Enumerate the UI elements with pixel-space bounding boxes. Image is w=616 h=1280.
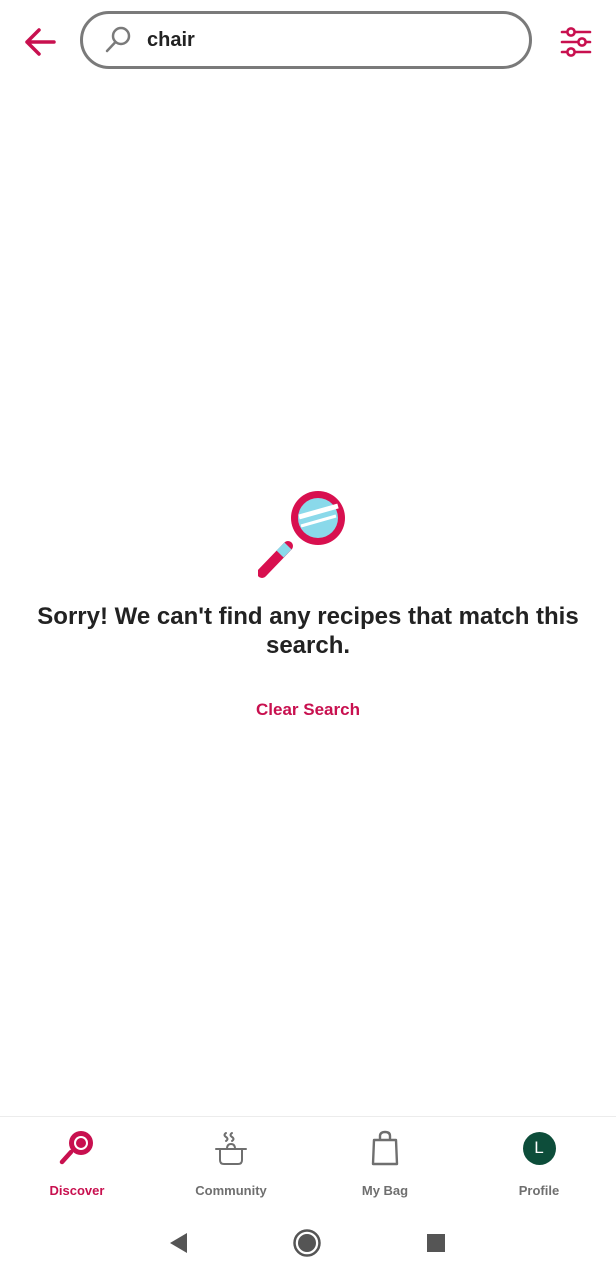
system-back-button[interactable]	[163, 1228, 193, 1258]
filter-button[interactable]	[554, 20, 598, 64]
arrow-left-icon	[25, 28, 56, 56]
circle-home-icon	[293, 1229, 321, 1257]
system-recents-button[interactable]	[421, 1228, 451, 1258]
system-home-button[interactable]	[292, 1228, 322, 1258]
empty-message: Sorry! We can't find any recipes that ma…	[37, 603, 579, 659]
screen: Sorry! We can't find any recipes that ma…	[0, 0, 616, 1280]
shopping-bag-icon	[366, 1129, 404, 1167]
magnifier-icon	[58, 1129, 96, 1167]
bottom-nav: Discover Community My Bag L Profile	[0, 1116, 616, 1206]
square-recents-icon	[427, 1234, 445, 1252]
system-navigation-bar	[0, 1206, 616, 1280]
empty-state: Sorry! We can't find any recipes that ma…	[0, 484, 616, 720]
top-bar	[0, 0, 616, 84]
nav-item-profile[interactable]: L Profile	[462, 1117, 616, 1206]
clear-search-button[interactable]: Clear Search	[256, 700, 360, 720]
sliders-icon	[560, 27, 592, 57]
magnifier-icon	[103, 25, 133, 55]
pot-icon	[212, 1129, 250, 1167]
nav-item-discover[interactable]: Discover	[0, 1117, 154, 1206]
nav-label-profile: Profile	[518, 1183, 560, 1198]
back-button[interactable]	[18, 20, 62, 64]
avatar: L	[522, 1131, 556, 1165]
nav-label-community: Community	[195, 1183, 267, 1198]
search-input[interactable]	[147, 28, 487, 52]
nav-label-discover: Discover	[49, 1183, 105, 1198]
nav-label-my-bag: My Bag	[361, 1183, 409, 1198]
search-box[interactable]	[80, 11, 532, 69]
nav-item-my-bag[interactable]: My Bag	[308, 1117, 462, 1206]
triangle-back-icon	[170, 1233, 187, 1253]
avatar-container: L	[520, 1129, 558, 1167]
magnifier-illustration-icon	[258, 491, 345, 578]
nav-item-community[interactable]: Community	[154, 1117, 308, 1206]
